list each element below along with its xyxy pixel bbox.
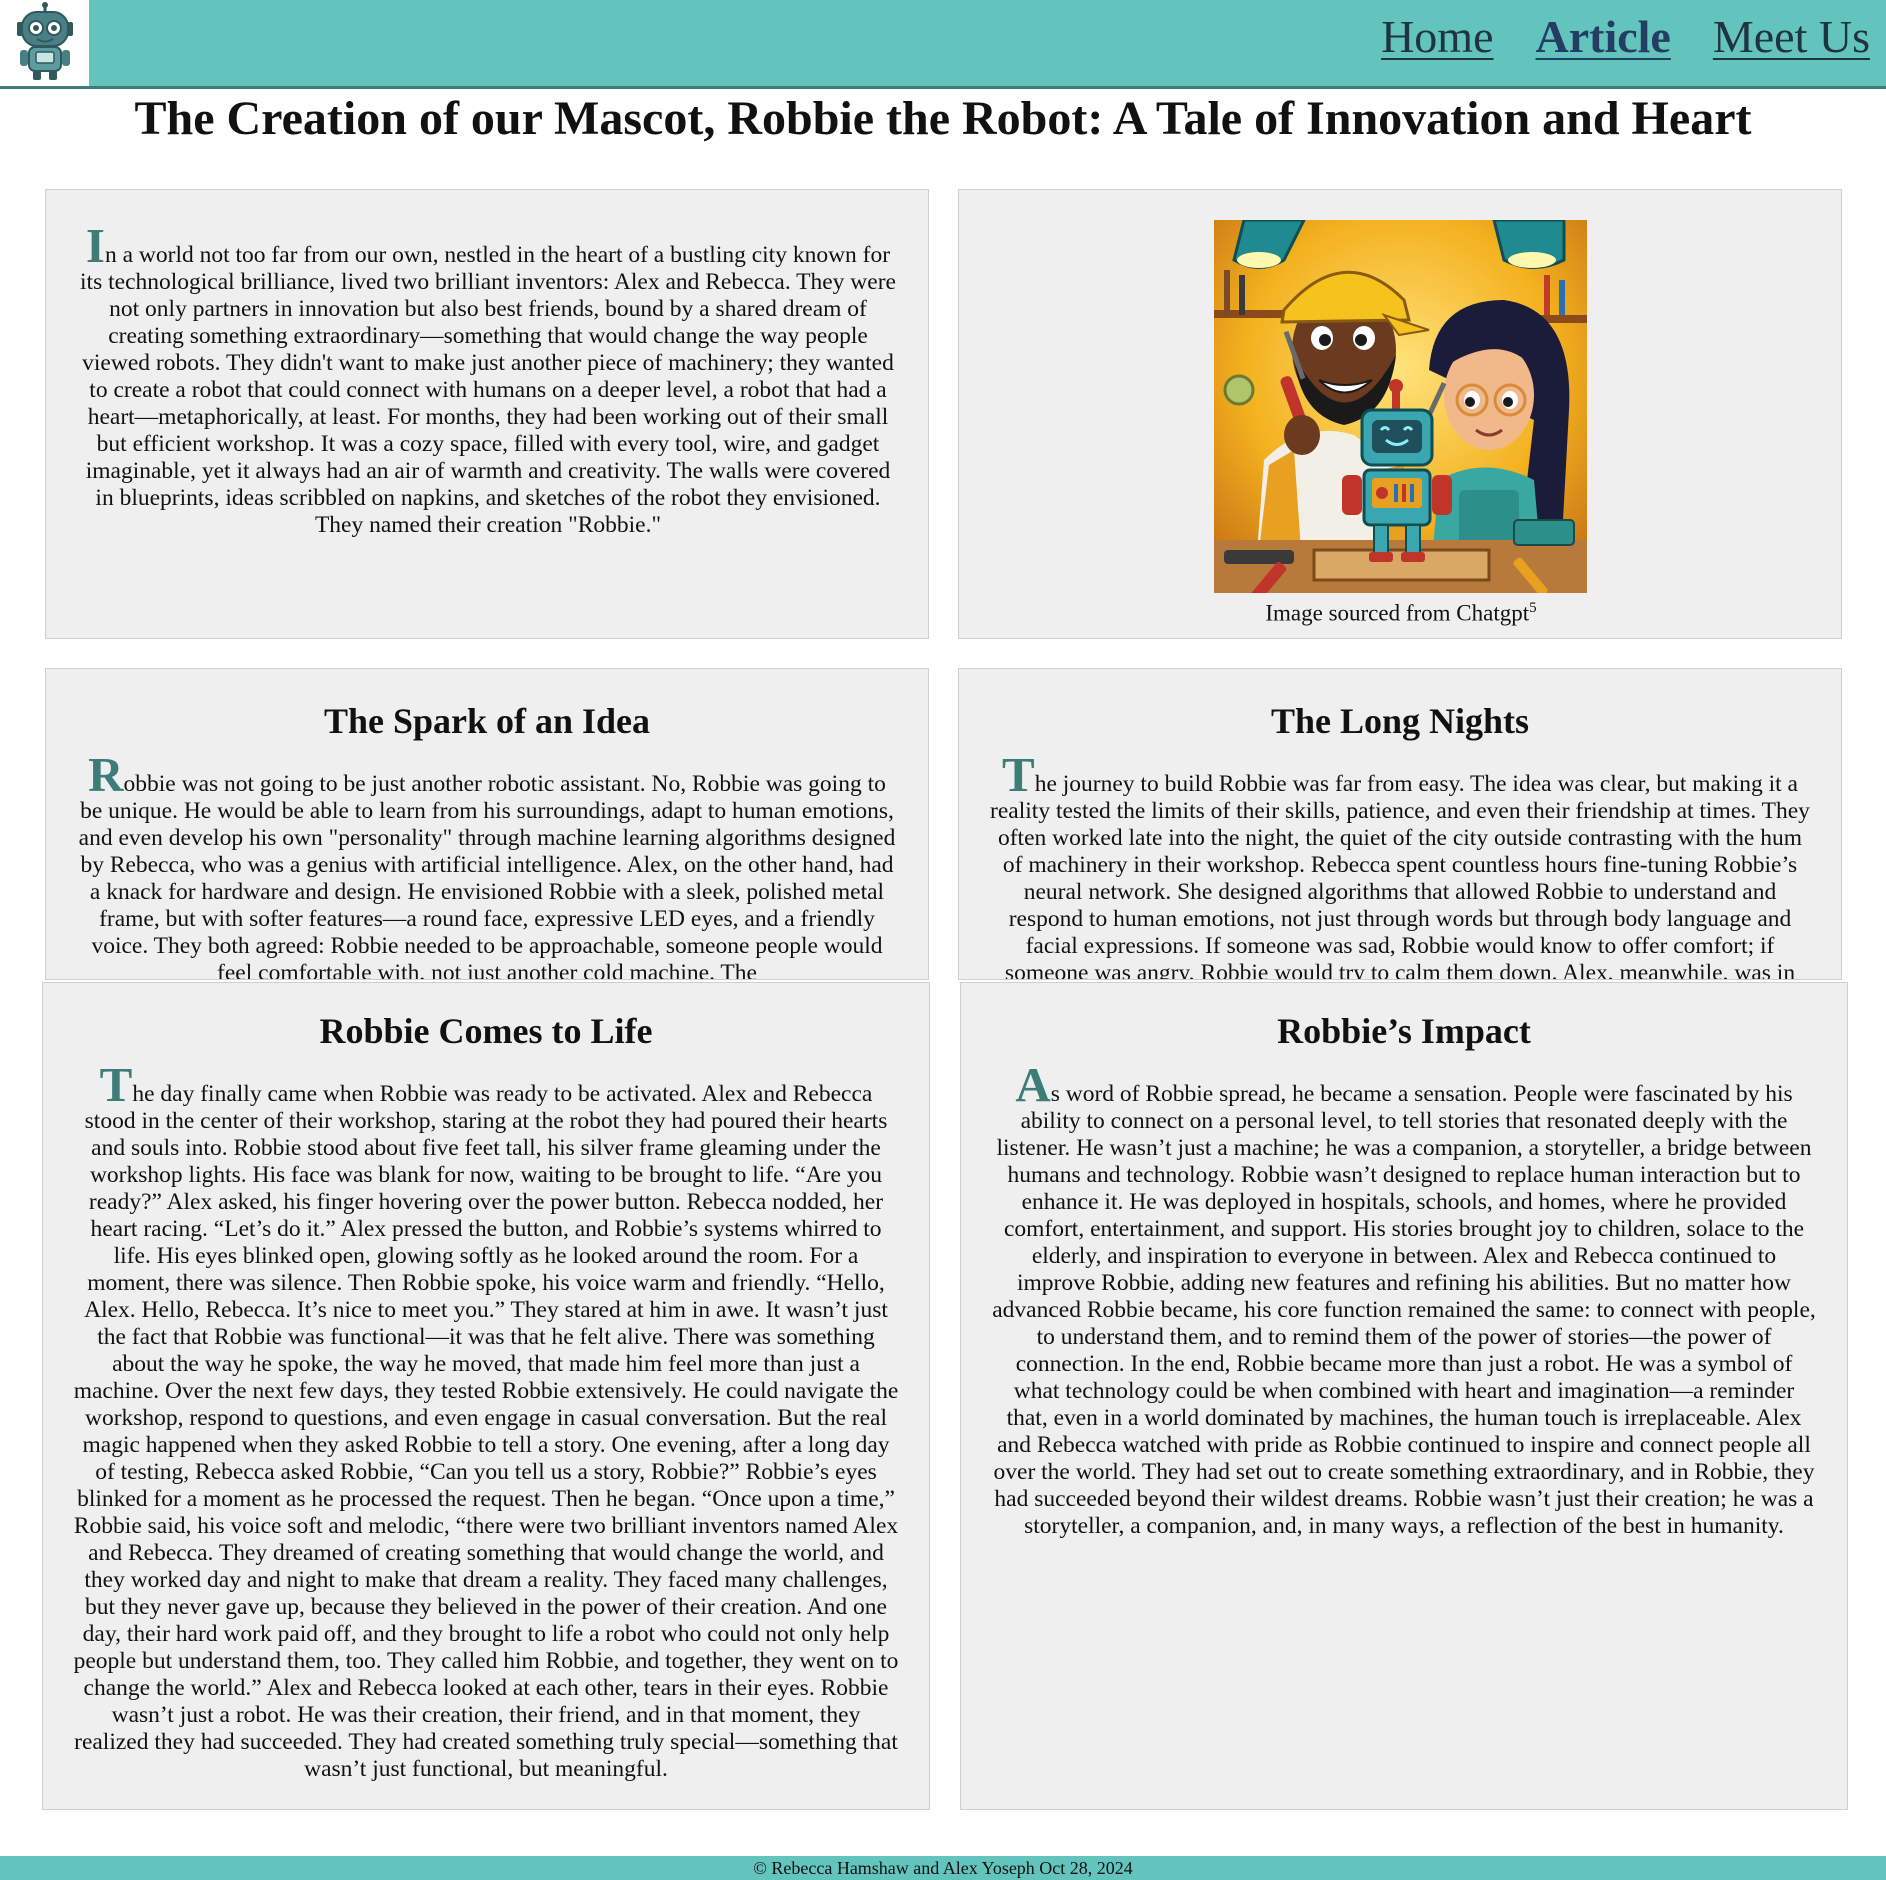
spark-section-card: The Spark of an Idea Robbie was not goin… <box>45 668 929 980</box>
image-footnote-link[interactable]: 5 <box>1529 600 1537 616</box>
comes-to-life-section-card: Robbie Comes to Life The day finally cam… <box>42 982 930 1810</box>
image-card: Image sourced from Chatgpt5 <box>958 189 1842 639</box>
intro-dropcap: I <box>85 218 105 273</box>
page-title: The Creation of our Mascot, Robbie the R… <box>134 92 1752 145</box>
spark-section-paragraph: Robbie was not going to be just another … <box>76 750 898 980</box>
nav-home-link[interactable]: Home <box>1381 10 1493 63</box>
long-nights-section-paragraph: The journey to build Robbie was far from… <box>987 750 1813 980</box>
intro-card: In a world not too far from our own, nes… <box>45 189 929 639</box>
robot-logo-icon[interactable] <box>0 0 89 86</box>
impact-section-card: Robbie’s Impact As word of Robbie spread… <box>960 982 1848 1810</box>
intro-text: n a world not too far from our own, nest… <box>80 242 896 538</box>
long-nights-section-title: The Long Nights <box>1270 701 1530 741</box>
nav-article-link[interactable]: Article <box>1536 10 1671 63</box>
comes-to-life-section-title: Robbie Comes to Life <box>319 1011 653 1051</box>
long-nights-dropcap: T <box>1002 747 1035 802</box>
spark-dropcap: R <box>88 747 124 802</box>
spark-text: obbie was not going to be just another r… <box>78 771 896 980</box>
footer: © Rebecca Hamshaw and Alex Yoseph Oct 28… <box>0 1856 1886 1880</box>
footer-copyright: © Rebecca Hamshaw and Alex Yoseph Oct 28… <box>753 1858 1133 1878</box>
intro-paragraph: In a world not too far from our own, nes… <box>78 221 898 539</box>
nav-links: Home Article Meet Us <box>1381 10 1870 63</box>
comes-to-life-text: he day finally came when Robbie was read… <box>73 1081 899 1782</box>
image-caption-text: Image sourced from Chatgpt <box>1265 600 1530 626</box>
impact-dropcap: A <box>1015 1057 1051 1112</box>
impact-text: s word of Robbie spread, he became a sen… <box>992 1081 1816 1539</box>
impact-section-title: Robbie’s Impact <box>1277 1011 1531 1051</box>
impact-section-paragraph: As word of Robbie spread, he became a se… <box>991 1060 1817 1540</box>
image-caption: Image sourced from Chatgpt5 <box>959 600 1841 627</box>
long-nights-text: he journey to build Robbie was far from … <box>990 771 1810 980</box>
navbar: Home Article Meet Us <box>0 0 1886 89</box>
workshop-illustration <box>1214 220 1587 593</box>
nav-meet-us-link[interactable]: Meet Us <box>1713 10 1870 63</box>
comes-to-life-dropcap: T <box>99 1057 133 1112</box>
spark-section-title: The Spark of an Idea <box>323 701 651 741</box>
long-nights-section-card: The Long Nights The journey to build Rob… <box>958 668 1842 980</box>
comes-to-life-section-paragraph: The day finally came when Robbie was rea… <box>73 1060 899 1783</box>
